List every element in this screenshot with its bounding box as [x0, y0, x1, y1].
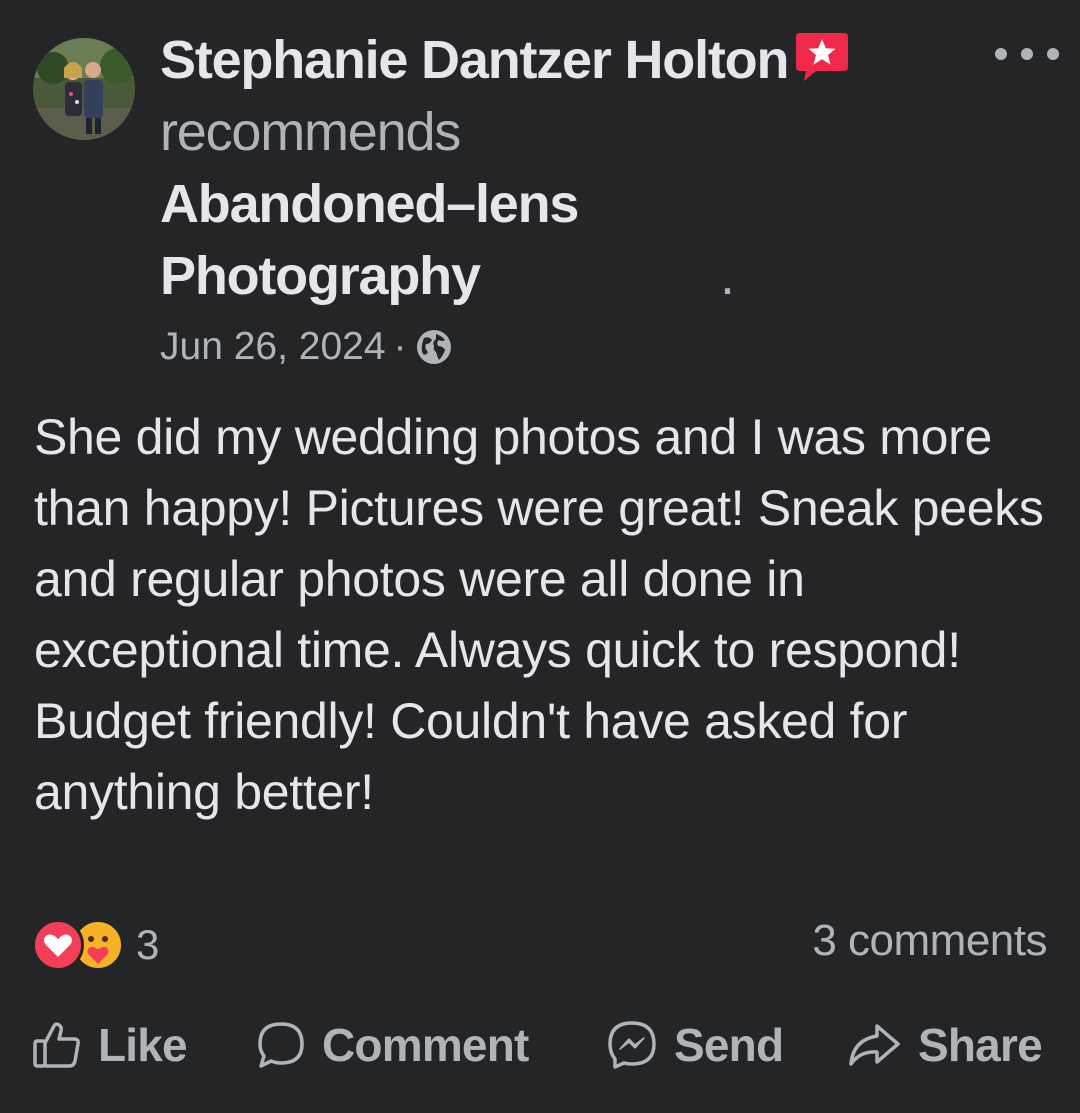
recommendation-star-icon: [794, 29, 850, 81]
author-name[interactable]: Stephanie Dantzer Holton: [160, 30, 789, 90]
avatar[interactable]: [33, 38, 135, 140]
thumbs-up-icon: [30, 1018, 84, 1072]
comment-label: Comment: [322, 1019, 529, 1071]
post-header: Stephanie Dantzer Holton recommends Aban…: [160, 24, 990, 312]
comments-count[interactable]: 3 comments: [812, 916, 1047, 966]
recommendation-post: Stephanie Dantzer Holton recommends Aban…: [0, 0, 1080, 1113]
share-arrow-icon: [846, 1018, 904, 1072]
action-bar: Like Comment Send Share: [0, 1010, 1080, 1080]
sentence-period: .: [720, 246, 735, 306]
like-button[interactable]: Like: [30, 1010, 188, 1080]
send-label: Send: [674, 1019, 784, 1071]
globe-icon[interactable]: [415, 328, 453, 366]
meta-separator: ·: [393, 325, 407, 368]
recommends-label: recommends: [160, 102, 461, 162]
comment-button[interactable]: Comment: [254, 1010, 529, 1080]
avatar-photo: [33, 38, 135, 140]
share-button[interactable]: Share: [846, 1010, 1043, 1080]
like-label: Like: [98, 1019, 188, 1071]
recommended-page-link[interactable]: Abandoned–lens Photography: [160, 168, 720, 312]
comment-bubble-icon: [254, 1018, 308, 1072]
post-date[interactable]: Jun 26, 2024: [160, 325, 386, 369]
send-button[interactable]: Send: [604, 1010, 784, 1080]
more-options-icon[interactable]: [995, 36, 1059, 72]
messenger-icon: [604, 1017, 660, 1073]
reactions-summary[interactable]: 3: [32, 918, 159, 972]
reaction-count: 3: [136, 921, 160, 968]
post-body: She did my wedding photos and I was more…: [34, 409, 1044, 820]
share-label: Share: [918, 1019, 1043, 1071]
love-reaction-icon: [32, 919, 84, 971]
post-meta: Jun 26, 2024 ·: [160, 322, 453, 372]
